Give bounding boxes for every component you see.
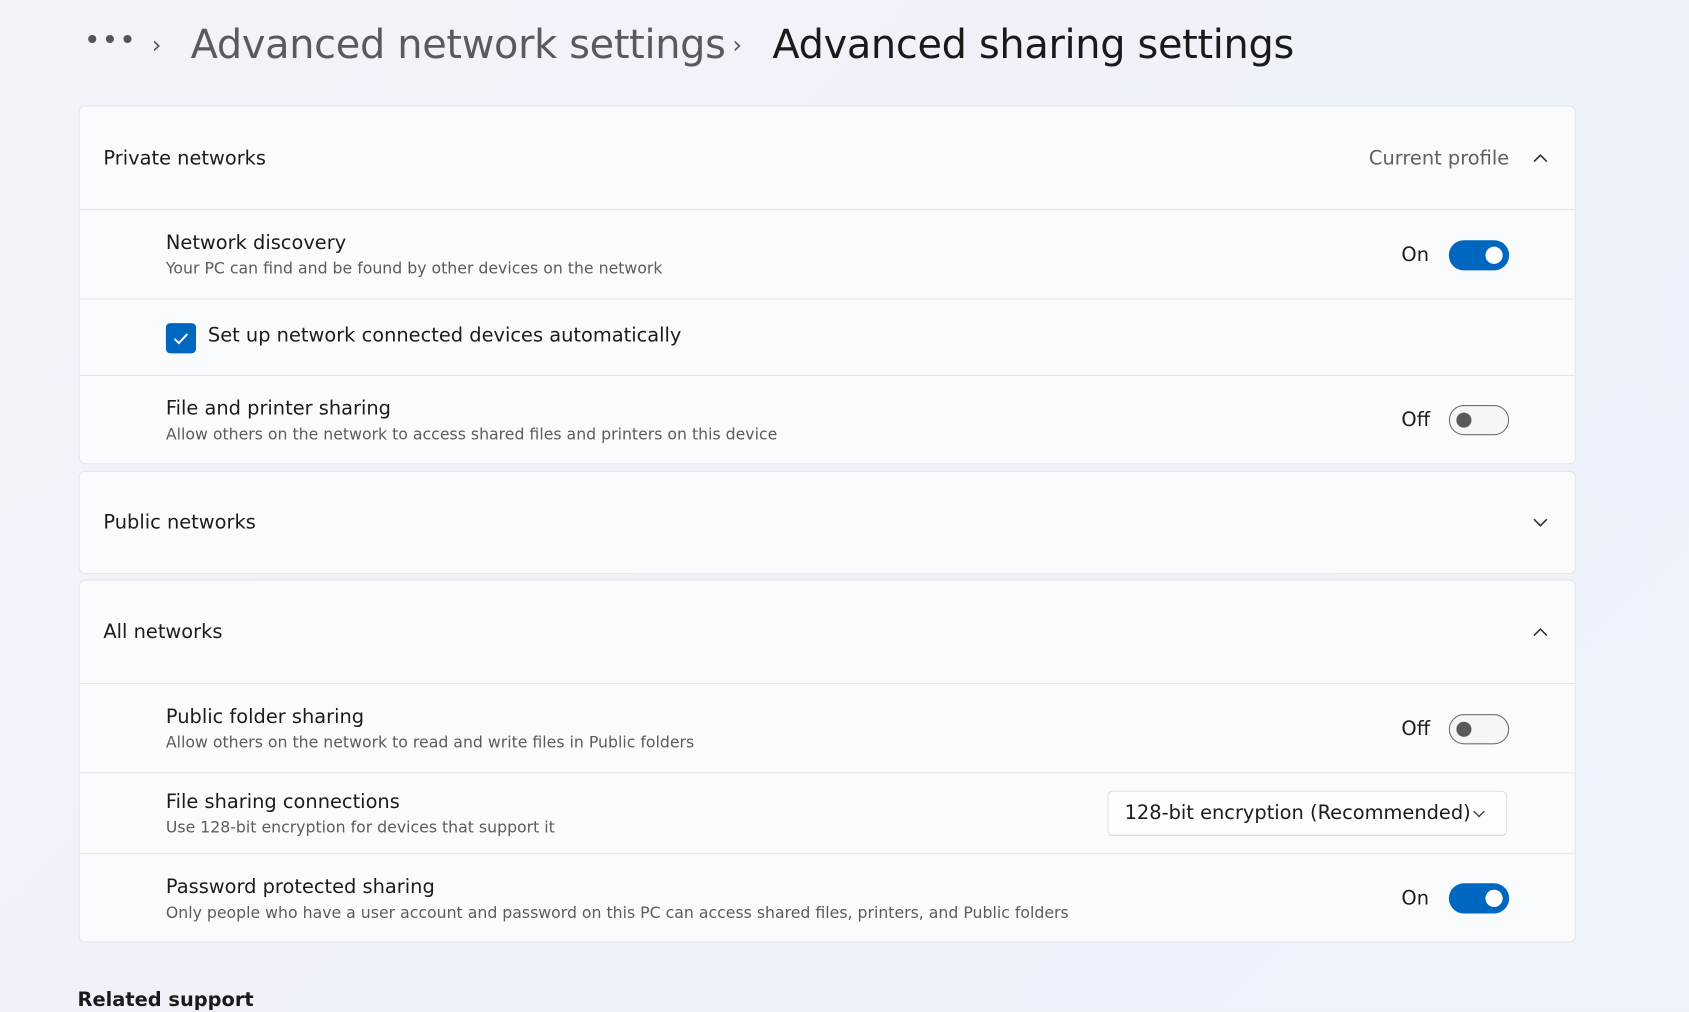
toggle-state-label: On — [1401, 243, 1429, 267]
chevron-down-icon[interactable] — [1530, 512, 1552, 534]
toggle-state-label: Off — [1401, 408, 1431, 432]
settings-page: ••• › Advanced network settings › Advanc… — [0, 0, 1689, 1012]
checkmark-icon — [173, 332, 189, 344]
public-folder-sharing-toggle[interactable] — [1448, 713, 1510, 744]
all-networks-card: All networks Public folder sharing Allow… — [78, 579, 1576, 943]
setting-title: Network discovery — [165, 231, 347, 255]
encryption-dropdown[interactable]: 128-bit encryption (Recommended) — [1107, 790, 1508, 836]
toggle-knob — [1485, 246, 1503, 264]
section-title: All networks — [103, 620, 223, 644]
related-support-heading: Related support — [77, 988, 254, 1012]
setting-subtitle: Use 128-bit encryption for devices that … — [165, 818, 555, 837]
auto-setup-checkbox[interactable] — [165, 322, 197, 353]
section-title: Public networks — [103, 511, 256, 534]
file-sharing-connections-row: File sharing connections Use 128-bit enc… — [79, 772, 1575, 854]
chevron-down-icon — [1473, 810, 1485, 818]
toggle-knob — [1456, 721, 1472, 737]
setting-title: File and printer sharing — [165, 397, 391, 421]
toggle-state-label: Off — [1401, 717, 1431, 741]
public-networks-header[interactable]: Public networks — [80, 472, 1575, 573]
setting-subtitle: Allow others on the network to access sh… — [165, 425, 778, 444]
password-protected-sharing-row: Password protected sharing Only people w… — [79, 853, 1575, 941]
more-breadcrumb-button[interactable]: ••• — [84, 27, 137, 55]
toggle-knob — [1485, 889, 1503, 908]
private-networks-card: Private networks Current profile Network… — [78, 105, 1576, 465]
password-protected-sharing-toggle[interactable] — [1448, 883, 1510, 914]
network-discovery-row: Network discovery Your PC can find and b… — [79, 208, 1575, 299]
section-title: Private networks — [103, 146, 267, 170]
toggle-state-label: On — [1401, 887, 1429, 910]
private-networks-header[interactable]: Private networks Current profile — [80, 107, 1575, 209]
setting-title: File sharing connections — [165, 790, 400, 814]
file-printer-sharing-toggle[interactable] — [1448, 405, 1510, 436]
breadcrumb-advanced-network-settings[interactable]: Advanced network settings — [191, 22, 726, 68]
page-title: Advanced sharing settings — [772, 21, 1294, 68]
chevron-up-icon[interactable] — [1530, 147, 1552, 169]
setting-subtitle: Only people who have a user account and … — [165, 903, 1069, 923]
auto-setup-row: Set up network connected devices automat… — [79, 298, 1575, 376]
auto-setup-label[interactable]: Set up network connected devices automat… — [208, 324, 682, 347]
all-networks-header[interactable]: All networks — [80, 581, 1575, 683]
setting-subtitle: Your PC can find and be found by other d… — [165, 259, 663, 278]
chevron-right-icon: › — [732, 32, 742, 60]
setting-title: Password protected sharing — [165, 875, 435, 899]
public-networks-card[interactable]: Public networks — [78, 470, 1576, 575]
setting-subtitle: Allow others on the network to read and … — [165, 733, 695, 752]
file-printer-sharing-row: File and printer sharing Allow others on… — [79, 374, 1575, 463]
toggle-knob — [1456, 412, 1472, 428]
chevron-right-icon: › — [151, 32, 162, 60]
current-profile-label: Current profile — [1368, 146, 1510, 170]
dropdown-selected-value: 128-bit encryption (Recommended) — [1124, 801, 1471, 825]
chevron-up-icon[interactable] — [1530, 621, 1552, 643]
setting-title: Public folder sharing — [165, 705, 365, 729]
network-discovery-toggle[interactable] — [1448, 239, 1510, 270]
public-folder-sharing-row: Public folder sharing Allow others on th… — [79, 682, 1575, 773]
